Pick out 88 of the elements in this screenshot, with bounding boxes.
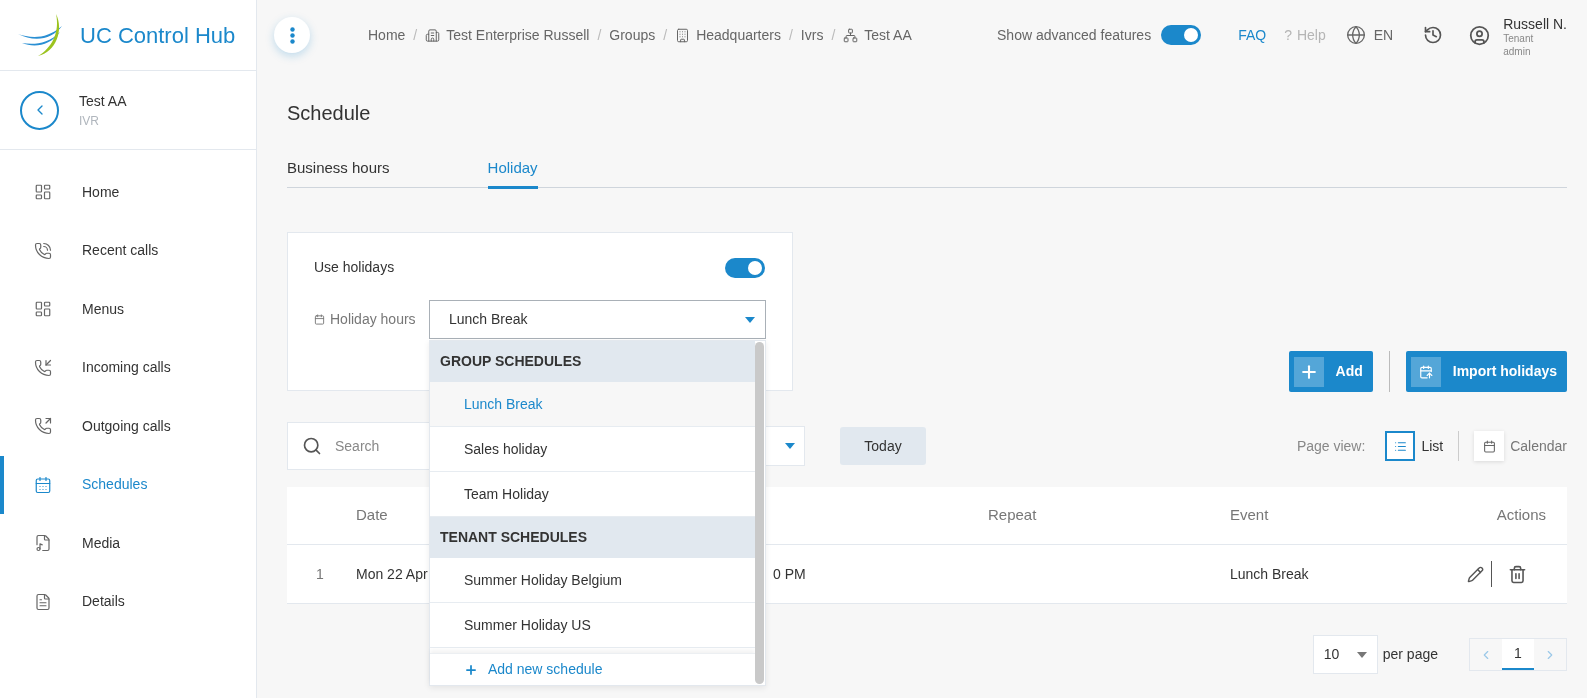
phone-icon <box>34 241 52 260</box>
dashboard-icon <box>34 183 52 202</box>
dropdown-option[interactable]: Sales holiday <box>430 427 755 472</box>
building-icon <box>675 27 691 43</box>
calendar-icon <box>314 314 325 325</box>
breadcrumb-link[interactable]: Test AA <box>843 24 912 46</box>
column-header: Actions <box>1496 505 1547 526</box>
breadcrumb-link[interactable]: Groups <box>609 24 656 46</box>
sidebar-item[interactable]: Details <box>0 572 256 631</box>
calendar-icon <box>1418 364 1433 379</box>
page-view-option[interactable]: Calendar <box>1474 431 1567 461</box>
faq-link[interactable]: FAQ <box>1238 24 1267 46</box>
caret-icon <box>745 316 755 323</box>
sidebar-item[interactable]: Media <box>0 514 256 573</box>
plus-icon <box>464 662 478 677</box>
holiday-hours-label: Holiday hours <box>330 310 417 329</box>
dropdown-group-heading: TENANT SCHEDULES <box>430 517 755 558</box>
action-button[interactable]: Add <box>1288 351 1373 392</box>
user-role: Tenant <box>1503 33 1535 46</box>
toggle-switch[interactable] <box>1161 25 1202 45</box>
calendar-icon <box>34 475 52 494</box>
buildings-icon <box>425 27 441 43</box>
hierarchy-icon <box>843 27 859 43</box>
per-page-label: per page <box>1382 645 1438 664</box>
breadcrumb-link[interactable]: Home <box>368 24 406 46</box>
row-number: 1 <box>315 564 325 584</box>
sidebar-item[interactable]: Menus <box>0 280 256 339</box>
calendar-icon <box>1482 439 1496 453</box>
history-icon[interactable] <box>1423 25 1444 45</box>
music-file-icon <box>34 534 52 553</box>
dropdown-group-heading: GROUP SCHEDULES <box>430 341 755 382</box>
add-schedule-button[interactable]: Add new schedule <box>430 653 755 685</box>
more-icon <box>289 26 295 44</box>
phone-outgoing-icon <box>34 417 52 436</box>
user-role: admin <box>1503 45 1532 59</box>
action-button[interactable]: Import holidays <box>1405 351 1567 392</box>
context-subtitle: IVR <box>79 112 100 130</box>
column-header: Event <box>1230 505 1269 526</box>
user-name: Russell N. <box>1503 15 1567 34</box>
column-header: Repeat <box>988 505 1038 526</box>
delete-icon[interactable] <box>1508 564 1527 584</box>
more-button[interactable] <box>274 17 310 53</box>
holiday-hours-select[interactable]: Lunch Break <box>429 300 766 339</box>
sidebar-item[interactable]: Outgoing calls <box>0 397 256 456</box>
page-view-label: Page view: <box>1296 436 1366 456</box>
phone-incoming-icon <box>34 358 52 377</box>
context-title: Test AA <box>79 91 127 111</box>
tab[interactable]: Holiday <box>487 156 538 189</box>
breadcrumb-link[interactable]: Ivrs <box>800 24 824 46</box>
today-button[interactable]: Today <box>840 427 926 465</box>
language-button[interactable]: EN <box>1345 24 1394 46</box>
table-cell: 0 PM <box>773 565 806 582</box>
sidebar-item[interactable]: Schedules <box>0 455 256 514</box>
user-icon[interactable] <box>1469 24 1491 46</box>
advanced-features-label: Show advanced features <box>997 25 1152 45</box>
dropdown-option[interactable]: Summer Holiday US <box>430 603 755 648</box>
list-icon <box>1393 439 1407 453</box>
app-title: UC Control Hub <box>80 21 236 50</box>
page-button[interactable]: 1 <box>1502 639 1534 670</box>
use-holidays-label: Use holidays <box>314 258 395 277</box>
table-cell-text: Lunch Break <box>1230 564 1309 584</box>
dropdown-option[interactable]: Lunch Break <box>430 382 755 427</box>
sidebar-item[interactable]: Incoming calls <box>0 338 256 397</box>
breadcrumb-link[interactable]: Test Enterprise Russell <box>425 24 590 46</box>
globe-icon <box>1345 25 1366 45</box>
dropdown-option[interactable]: Summer Holiday Belgium <box>430 558 755 603</box>
breadcrumb-separator: / <box>788 25 793 45</box>
dropdown-option[interactable]: Team Holiday <box>430 472 755 517</box>
breadcrumb-separator: / <box>413 25 418 45</box>
breadcrumb-separator: / <box>663 25 668 45</box>
toggle-switch[interactable] <box>725 257 765 278</box>
dashboard-icon <box>34 300 52 319</box>
sidebar-item[interactable]: Recent calls <box>0 221 256 280</box>
column-header: Date <box>356 505 389 526</box>
page-title: Schedule <box>287 101 372 126</box>
search-icon <box>302 436 322 456</box>
document-icon <box>34 592 52 611</box>
back-button[interactable] <box>20 90 59 130</box>
caret-icon <box>1356 651 1367 658</box>
edit-icon[interactable] <box>1467 565 1484 583</box>
table-cell: Mon 22 Apr <box>356 565 428 582</box>
sidebar-item[interactable]: Home <box>0 163 256 222</box>
breadcrumb-separator: / <box>597 25 602 45</box>
breadcrumb-separator: / <box>831 25 836 45</box>
per-page-select[interactable]: 10 <box>1312 635 1378 674</box>
caret-icon <box>785 443 795 449</box>
breadcrumb-link[interactable]: Headquarters <box>675 24 781 46</box>
tab[interactable]: Business hours <box>287 156 390 189</box>
